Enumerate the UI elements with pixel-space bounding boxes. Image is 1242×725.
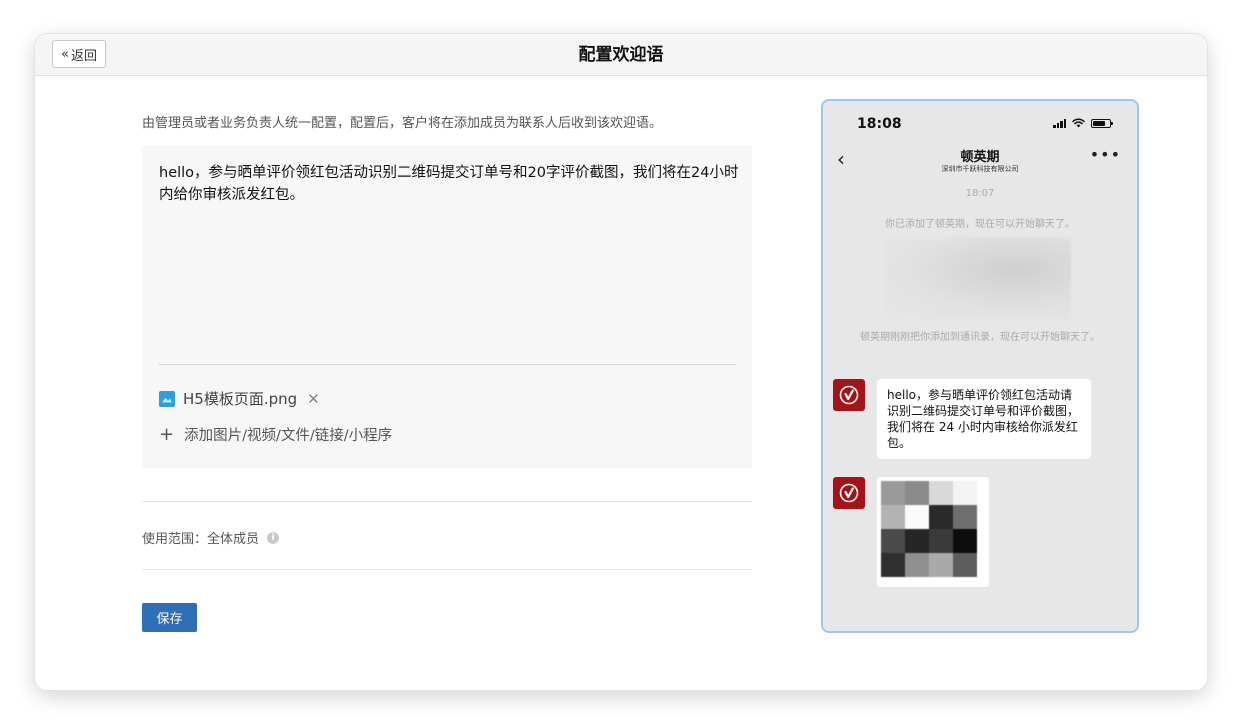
scope-label: 使用范围：全体成员 (142, 532, 260, 547)
system-message: 你已添加了顿英期，现在可以开始聊天了。 (885, 219, 1075, 230)
brand-logo-icon (839, 385, 859, 405)
blurred-card (885, 237, 1071, 319)
editor-divider (158, 364, 736, 365)
brand-logo-icon (839, 483, 859, 503)
phone-status-bar: 18:08 (823, 101, 1137, 145)
avatar (833, 477, 865, 509)
close-icon[interactable]: ✕ (307, 390, 320, 408)
info-icon[interactable]: i (267, 531, 280, 544)
config-description: 由管理员或者业务负责人统一配置，配置后，客户将在添加成员为联系人后收到该欢迎语。 (142, 116, 663, 131)
scope-row: 使用范围：全体成员 i (142, 528, 280, 547)
divider (142, 501, 752, 502)
qr-code-image (877, 477, 989, 587)
attachment-name[interactable]: H5模板页面.png (183, 388, 297, 409)
wifi-icon (1072, 118, 1085, 128)
back-button-label: 返回 (70, 48, 97, 64)
chat-company-name: 深圳市千跃科技有限公司 (941, 165, 1019, 173)
system-message: 顿英期刚刚把你添加到通讯录，现在可以开始聊天了。 (860, 332, 1100, 343)
qr-code-icon (881, 481, 985, 577)
back-button[interactable]: « 返回 (52, 40, 106, 68)
attachment-item: H5模板页面.png ✕ (159, 388, 320, 409)
header-bar: « 返回 配置欢迎语 (35, 34, 1207, 76)
double-chevron-left-icon: « (61, 46, 69, 62)
add-attachment-label: 添加图片/视频/文件/链接/小程序 (184, 428, 393, 444)
image-file-icon (159, 390, 175, 407)
signal-icon (1053, 118, 1066, 128)
welcome-message-text[interactable]: hello，参与晒单评价领红包活动识别二维码提交订单号和20字评价截图，我们将在… (159, 162, 739, 206)
phone-clock: 18:08 (857, 116, 902, 132)
welcome-message-editor[interactable]: hello，参与晒单评价领红包活动识别二维码提交订单号和20字评价截图，我们将在… (142, 146, 752, 468)
phone-preview: 18:08 ‹ 顿英期 深圳市千跃科技有限公司 ••• 18:07 你已添加了顿… (821, 99, 1139, 633)
avatar (833, 379, 865, 411)
add-attachment-button[interactable]: + 添加图片/视频/文件/链接/小程序 (159, 424, 392, 445)
divider (142, 569, 752, 570)
more-icon[interactable]: ••• (1090, 145, 1121, 164)
save-button[interactable]: 保存 (142, 603, 197, 632)
plus-icon: + (159, 423, 175, 445)
page-title: 配置欢迎语 (578, 45, 664, 65)
app-window: « 返回 配置欢迎语 由管理员或者业务负责人统一配置，配置后，客户将在添加成员为… (35, 34, 1207, 690)
status-icons (1053, 118, 1113, 128)
message-timestamp: 18:07 (965, 188, 995, 199)
battery-icon (1091, 118, 1113, 128)
chat-bubble: hello，参与晒单评价领红包活动请识别二维码提交订单号和评价截图，我们将在 2… (877, 379, 1091, 459)
